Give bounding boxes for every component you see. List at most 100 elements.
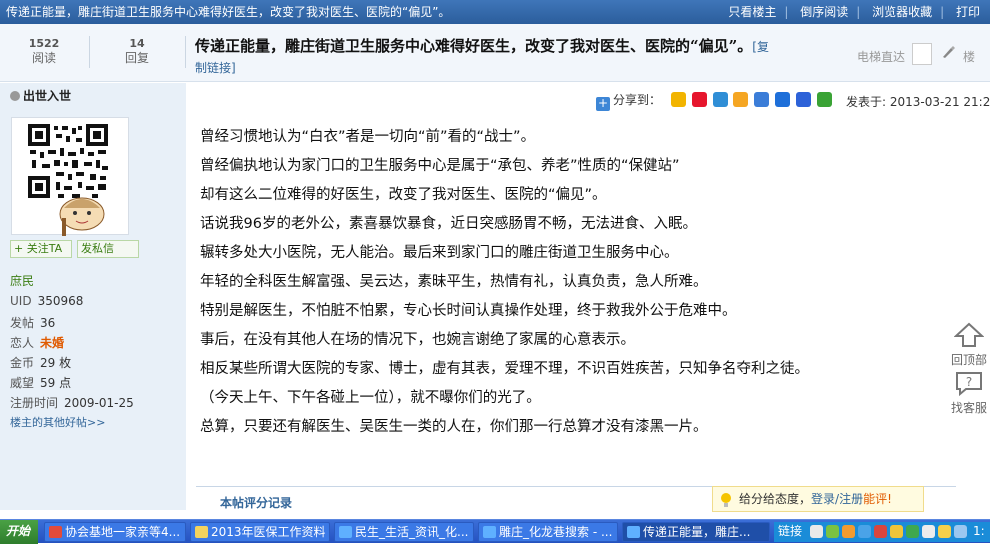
post-line: 辗转多处大小医院，无人能治。最后来到家门口的雕庄街道卫生服务中心。 [200,245,679,261]
renren-icon[interactable] [733,92,749,107]
app-icon [49,526,62,538]
tray-icon[interactable] [874,525,887,538]
post-line: 年轻的全科医生解富强、吴云达，素昧平生，热情有礼，认真负责，急人所难。 [200,274,708,290]
tip-action: 能评! [863,492,892,506]
pen-icon[interactable] [940,44,956,60]
replies-count: 14 [129,37,145,50]
tray-icon[interactable] [842,525,855,538]
lightbulb-icon [721,493,731,507]
rating-tip: 给分给态度，登录/注册能评! [712,486,924,512]
login-link[interactable]: 登录 [811,492,835,506]
follow-button[interactable]: + 关注TA [10,240,72,258]
views-label: 阅读 [31,51,56,65]
tray-icon[interactable] [858,525,871,538]
post-line: （今天上午、下午各碰上一位），就不曝你们的光了。 [200,390,541,406]
tray-icon[interactable] [938,525,951,538]
taskbar-item[interactable]: 协会基地一家亲等4... [44,522,186,542]
copy-link-button-cont[interactable]: 制链接] [195,61,236,75]
tip-text: 给分给态度， [739,492,812,506]
register-link[interactable]: 注册 [839,492,863,506]
replies-stat: 14 回复 [97,37,177,65]
love-row: 恋人 未婚 [10,336,65,350]
tray-icon[interactable] [922,525,935,538]
weibo-icon[interactable] [691,92,707,107]
post-line: 总算，只要还有解医生、吴医生一类的人在，你们那一行总算才没有漆黑一片。 [200,419,708,435]
tqq-icon[interactable] [712,92,728,107]
post-body: 曾经习惯地认为“白衣”者是一切向“前”看的“战士”。 曾经偏执地认为家门口的卫生… [200,123,960,442]
top-bar: 传递正能量，雕庄街道卫生服务中心难得好医生，改变了我对医生、医院的“偏见”。 只… [0,0,990,24]
arrow-up-icon [953,322,985,347]
rating-title: 本帖评分记录 [216,494,297,511]
qzone-icon[interactable] [670,92,686,107]
author-sidebar: 出世入世 + 关注TA 发私信 庶民 UID 350968 发帖 36 恋人 未… [0,83,186,510]
views-count: 1522 [28,37,60,50]
topbar-title: 传递正能量，雕庄街道卫生服务中心难得好医生，改变了我对医生、医院的“偏见”。 [6,5,451,19]
user-rank: 庶民 [10,274,35,288]
gold-row: 金币 29 枚 [10,356,72,370]
reverse-order-link[interactable]: 倒序阅读 [796,5,852,19]
folder-icon [195,526,208,538]
back-to-top-label: 回顶部 [950,353,987,367]
prestige-row: 威望 59 点 [10,376,72,390]
post-line: 相反某些所谓大医院的专家、博士，虚有其表，爱理不理，不识百姓疾苦，只知争名夺利之… [200,361,809,377]
copy-link-button[interactable]: [复 [752,40,769,54]
taskbar-item[interactable]: 民生_生活_资讯_化... [334,522,474,542]
tray-icon[interactable] [810,525,823,538]
back-to-top-button[interactable]: 回顶部 [950,322,988,368]
customer-service-label: 找客服 [950,401,987,415]
ie-icon [483,526,496,538]
thread-header: 1522 阅读 14 回复 传递正能量，雕庄街道卫生服务中心难得好医生，改变了我… [0,24,990,82]
tray-icon[interactable] [890,525,903,538]
taskbar-item[interactable]: 2013年医保工作资料 [190,522,330,542]
taskbar-item-active[interactable]: 传递正能量，雕庄... [622,522,770,542]
post-content: + 分享到： 发表于: 2013-03-21 21:25 曾经习惯地认为“白衣”者… [186,83,990,511]
topbar-links: 只看楼主 | 倒序阅读 | 浏览器收藏 | 打印 [724,0,984,24]
message-button[interactable]: 发私信 [77,240,139,258]
views-stat: 1522 阅读 [4,37,84,65]
baidu-icon[interactable] [795,92,811,107]
svg-text:?: ? [966,375,972,389]
douban-icon[interactable] [816,92,832,107]
floor-input[interactable] [912,43,932,65]
thread-title: 传递正能量，雕庄街道卫生服务中心难得好医生，改变了我对医生、医院的“偏见”。[复… [195,36,855,78]
thread-title-text: 传递正能量，雕庄街道卫生服务中心难得好医生，改变了我对医生、医院的“偏见”。 [195,37,753,55]
post-line: 特别是解医生，不怕脏不怕累，专心长时间认真操作处理，终于救我外公于危难中。 [200,303,737,319]
ie-icon [627,526,640,538]
people-icon[interactable] [774,92,790,107]
title-divider [185,36,186,68]
share-plus-icon[interactable]: + [596,97,610,111]
windows-taskbar: 开始 协会基地一家亲等4... 2013年医保工作资料 民生_生活_资讯_化..… [0,519,990,544]
author-name[interactable]: 出世入世 [10,87,71,104]
ie-icon [339,526,352,538]
post-line: 曾经习惯地认为“白衣”者是一切向“前”看的“战士”。 [200,129,536,145]
share-label: 分享到： [613,93,662,107]
tray-icon[interactable] [906,525,919,538]
post-line: 却有这么二位难得的好医生，改变了我对医生、医院的“偏见”。 [200,187,607,203]
start-button[interactable]: 开始 [0,520,38,544]
other-posts-link[interactable]: 楼主的其他好帖>> [10,414,105,430]
share-bar: + 分享到： [596,91,834,111]
stat-divider [89,36,90,68]
uid-row: UID 350968 [10,294,84,308]
post-line: 曾经偏执地认为家门口的卫生服务中心是属于“承包、养老”性质的“保健站” [200,158,680,174]
only-author-link[interactable]: 只看楼主 [724,5,780,19]
clock[interactable]: 1: [973,522,985,540]
user-icon [10,91,20,101]
tray-icon[interactable] [954,525,967,538]
post-line: 话说我96岁的老外公，素喜暴饮暴食，近日突感肠胃不畅，无法进食、入眠。 [200,216,697,232]
floor-label: 楼 [963,50,976,64]
system-tray: 链接 1: [774,522,990,542]
print-link[interactable]: 打印 [952,5,984,19]
post-line: 事后，在没有其他人在场的情况下，也婉言谢绝了家属的心意表示。 [200,332,635,348]
avatar[interactable] [11,117,129,236]
elevator-label: 电梯直达 [857,50,906,64]
customer-service-button[interactable]: ? 找客服 [950,370,988,416]
links-toolbar[interactable]: 链接 [778,524,802,538]
kaixin-icon[interactable] [754,92,770,107]
browser-favorite-link[interactable]: 浏览器收藏 [868,5,936,19]
replies-label: 回复 [124,51,149,65]
regtime-row: 注册时间 2009-01-25 [10,396,134,410]
tray-icon[interactable] [826,525,839,538]
taskbar-item[interactable]: 雕庄_化龙巷搜索 - ... [478,522,618,542]
qr-avatar-image [26,122,110,236]
